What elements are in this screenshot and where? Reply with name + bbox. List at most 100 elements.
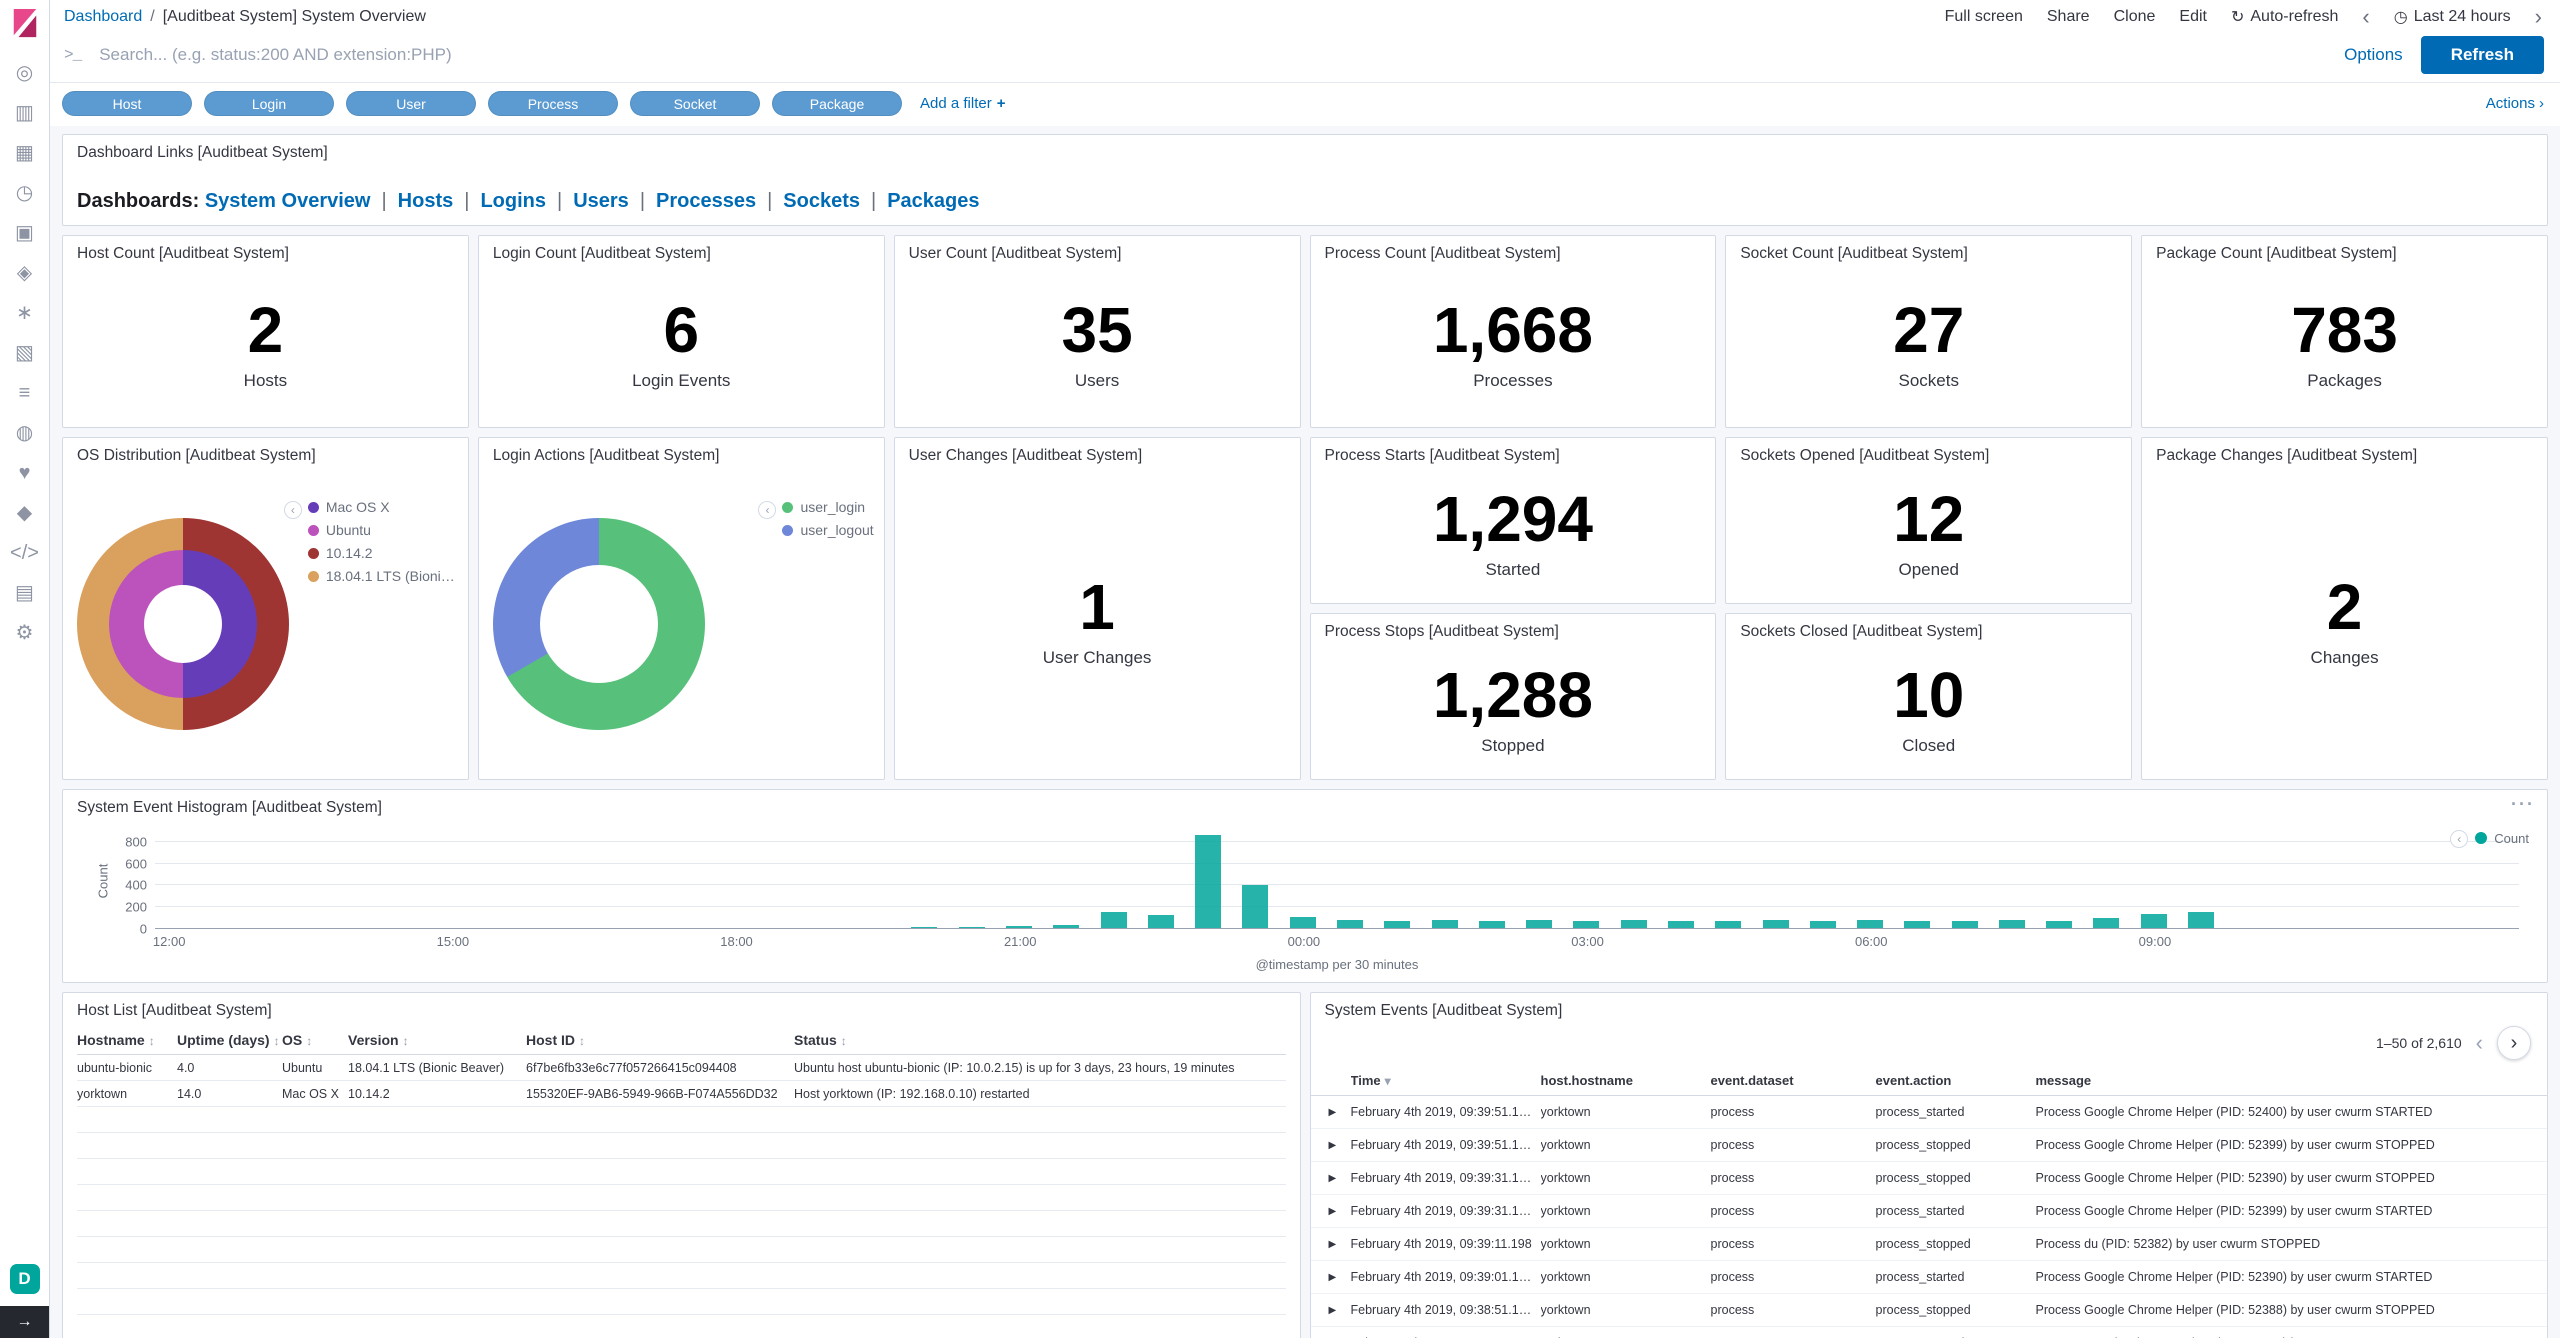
histogram-bar[interactable] [1810,921,1836,928]
clone-button[interactable]: Clone [2114,8,2156,26]
histogram-bar[interactable] [1101,912,1127,928]
legend-item[interactable]: Mac OS X [308,499,458,515]
dashboard-link-system-overview[interactable]: System Overview [205,190,371,212]
row-expand-icon[interactable]: ▶ [1321,1140,1351,1151]
histogram-bar[interactable] [1621,920,1647,928]
histogram-bar[interactable] [1999,920,2025,928]
histogram-bar[interactable] [2188,912,2214,928]
legend-item[interactable]: user_login [782,499,873,515]
column-header[interactable]: Version↕ [348,1026,526,1055]
sidebar-item-management[interactable]: ⚙ [8,619,42,647]
histogram-bar[interactable] [1857,920,1883,928]
legend-toggle-icon[interactable]: ‹ [2450,830,2468,848]
histogram-bar[interactable] [2046,921,2072,928]
dashboard-link-logins[interactable]: Logins [480,190,546,212]
dashboard-link-processes[interactable]: Processes [656,190,756,212]
column-header[interactable]: OS↕ [282,1026,348,1055]
column-header[interactable]: Time▾ [1351,1073,1541,1088]
options-link[interactable]: Options [2344,45,2403,65]
histogram-bar[interactable] [1148,915,1174,928]
sidebar-item-visualize[interactable]: ▥ [8,99,42,127]
legend-item[interactable]: Ubuntu [308,522,458,538]
page-next-button[interactable]: › [2497,1026,2531,1060]
sidebar-item-timelion[interactable]: ◷ [8,179,42,207]
time-picker-button[interactable]: ◷ Last 24 hours [2394,7,2511,27]
actions-link[interactable]: Actions › [2486,95,2544,112]
histogram-bar[interactable] [1479,921,1505,928]
histogram-bar[interactable] [1006,926,1032,928]
space-avatar[interactable]: D [10,1264,40,1294]
legend-item[interactable]: 18.04.1 LTS (Bionic B... [308,568,458,584]
filter-pill-host[interactable]: Host [62,91,192,116]
time-forward-button[interactable]: › [2535,6,2542,28]
histogram-bar[interactable] [1053,925,1079,928]
histogram-bar[interactable] [1952,921,1978,928]
share-button[interactable]: Share [2047,8,2090,26]
dashboard-link-sockets[interactable]: Sockets [783,190,860,212]
histogram-bar[interactable] [959,927,985,928]
row-expand-icon[interactable]: ▶ [1321,1206,1351,1217]
filter-pill-login[interactable]: Login [204,91,334,116]
filter-pill-socket[interactable]: Socket [630,91,760,116]
filter-pill-user[interactable]: User [346,91,476,116]
histogram-bar[interactable] [1290,917,1316,928]
histogram-bar[interactable] [1242,885,1268,928]
column-header[interactable]: Host ID↕ [526,1026,794,1055]
sidebar-item-monitoring[interactable]: ▤ [8,579,42,607]
row-expand-icon[interactable]: ▶ [1321,1239,1351,1250]
legend-label[interactable]: Count [2494,831,2529,846]
histogram-bar[interactable] [1337,920,1363,928]
legend-toggle-icon[interactable]: ‹ [758,501,776,519]
histogram-bar[interactable] [1432,920,1458,928]
column-header[interactable]: message [2036,1073,2538,1088]
row-expand-icon[interactable]: ▶ [1321,1272,1351,1283]
histogram-bar[interactable] [1573,921,1599,928]
kibana-logo[interactable] [10,8,40,43]
legend-item[interactable]: user_logout [782,522,873,538]
refresh-button[interactable]: Refresh [2421,36,2544,74]
column-header[interactable]: Uptime (days)↕ [177,1026,282,1055]
nav-collapse-button[interactable]: → [0,1306,49,1338]
histogram-bar[interactable] [2093,918,2119,928]
full-screen-button[interactable]: Full screen [1945,8,2023,26]
auto-refresh-button[interactable]: ↻ Auto-refresh [2231,7,2338,27]
search-input[interactable] [99,45,2326,65]
login-actions-donut[interactable] [493,518,705,730]
row-expand-icon[interactable]: ▶ [1321,1173,1351,1184]
dashboard-link-hosts[interactable]: Hosts [398,190,454,212]
row-expand-icon[interactable]: ▶ [1321,1107,1351,1118]
histogram-bar[interactable] [1715,921,1741,928]
histogram-bar[interactable] [1668,921,1694,928]
time-back-button[interactable]: ‹ [2362,6,2369,28]
column-header[interactable]: host.hostname [1541,1073,1711,1088]
sidebar-item-dev-tools[interactable]: </> [8,539,42,567]
dashboard-link-users[interactable]: Users [573,190,629,212]
sidebar-item-apm[interactable]: ◍ [8,419,42,447]
column-header[interactable]: event.dataset [1711,1073,1876,1088]
histogram-bar[interactable] [1904,921,1930,928]
legend-toggle-icon[interactable]: ‹ [284,501,302,519]
histogram-bar[interactable] [911,927,937,928]
panel-menu-icon[interactable]: ··· [2511,794,2535,815]
sidebar-item-graph[interactable]: ◆ [8,499,42,527]
row-expand-icon[interactable]: ▶ [1321,1305,1351,1316]
histogram-bar[interactable] [1384,921,1410,928]
histogram-bar[interactable] [1763,920,1789,928]
histogram-bar[interactable] [2141,914,2167,928]
column-header[interactable]: event.action [1876,1073,2036,1088]
breadcrumb-dashboard[interactable]: Dashboard [64,8,142,26]
sidebar-item-discover[interactable]: ◎ [8,59,42,87]
sidebar-item-uptime[interactable]: ♥ [8,459,42,487]
dashboard-link-packages[interactable]: Packages [887,190,979,212]
edit-button[interactable]: Edit [2179,8,2207,26]
add-filter-link[interactable]: Add a filter + [920,95,1005,112]
histogram-bar[interactable] [1526,920,1552,928]
column-header[interactable]: Status↕ [794,1026,1286,1055]
page-prev-button[interactable]: ‹ [2476,1032,2483,1054]
filter-pill-process[interactable]: Process [488,91,618,116]
os-distribution-donut[interactable] [77,518,289,730]
sidebar-item-dashboard[interactable]: ▦ [8,139,42,167]
sidebar-item-machine-learning[interactable]: ∗ [8,299,42,327]
sidebar-item-logs[interactable]: ≡ [8,379,42,407]
legend-item[interactable]: 10.14.2 [308,545,458,561]
